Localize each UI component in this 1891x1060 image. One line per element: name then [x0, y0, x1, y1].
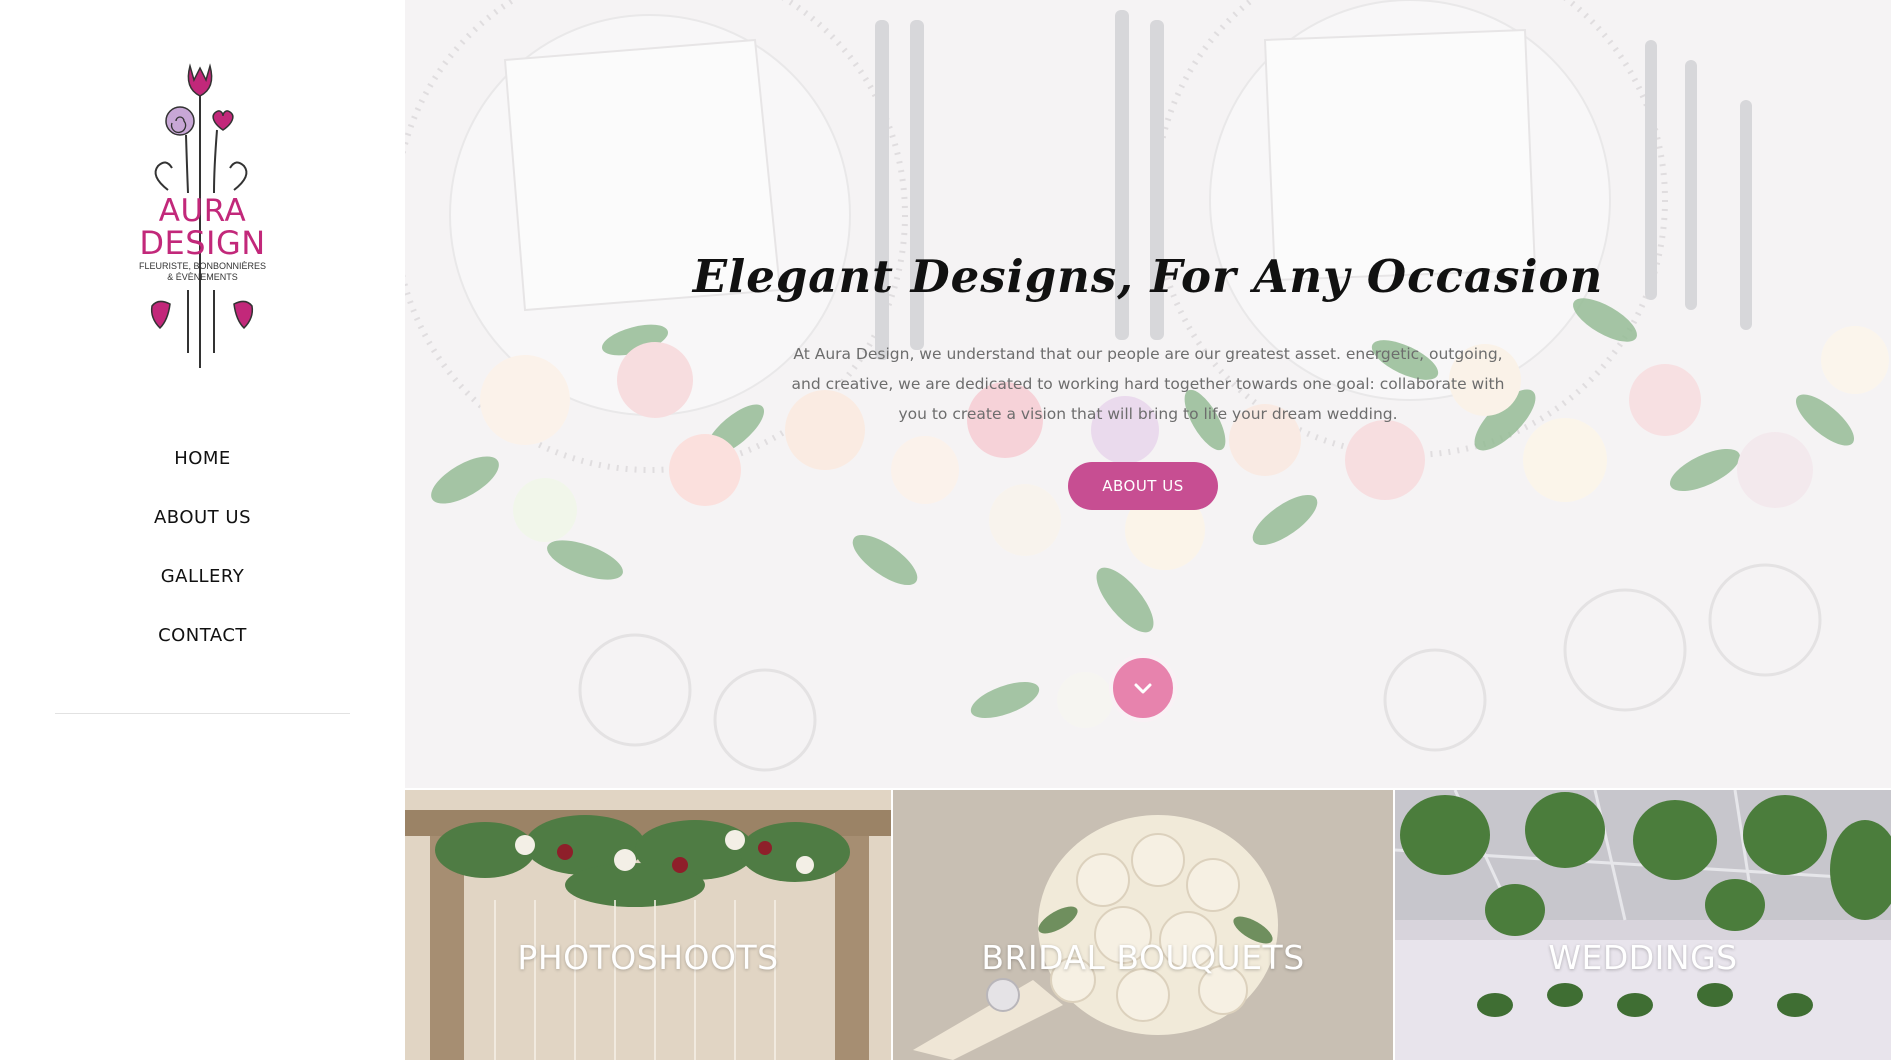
tile-photoshoots[interactable]: PHOTOSHOOTS [405, 790, 891, 1060]
nav-item-about-us[interactable]: ABOUT US [0, 500, 405, 559]
main-nav: HOME ABOUT US GALLERY CONTACT [0, 441, 405, 677]
logo-tagline-line2: & ÉVÈNEMENTS [167, 272, 238, 282]
aura-design-logo[interactable]: AURA DESIGN FLEURISTE, BONBONNIÈRES & ÉV… [130, 58, 275, 370]
photoshoot-arch-photo [405, 790, 891, 1060]
nav-item-home[interactable]: HOME [0, 441, 405, 500]
tile-bridal-bouquets[interactable]: BRIDAL BOUQUETS [893, 790, 1393, 1060]
tile-label-weddings: WEDDINGS [1548, 938, 1738, 977]
tile-weddings[interactable]: WEDDINGS [1395, 790, 1891, 1060]
sidebar-divider [55, 713, 350, 714]
logo-tagline-line1: FLEURISTE, BONBONNIÈRES [138, 261, 267, 271]
hero-title: Elegant Designs, For Any Occasion [692, 250, 1604, 303]
hero-description: At Aura Design, we understand that our p… [791, 345, 1505, 423]
wedding-venue-photo [1395, 790, 1891, 1060]
nav-item-gallery[interactable]: GALLERY [0, 559, 405, 618]
chevron-down-icon [1134, 683, 1152, 694]
service-tiles: PHOTOSHOOTS BRIDAL BOUQUETS WEDDINGS [405, 790, 1891, 1060]
sidebar: AURA DESIGN FLEURISTE, BONBONNIÈRES & ÉV… [0, 0, 405, 1060]
tile-label-bridal-bouquets: BRIDAL BOUQUETS [981, 938, 1305, 977]
logo-wordmark-line2: DESIGN [139, 224, 266, 262]
about-us-button[interactable]: ABOUT US [1068, 462, 1218, 510]
tile-label-photoshoots: PHOTOSHOOTS [517, 938, 779, 977]
bridal-bouquet-photo [893, 790, 1393, 1060]
nav-item-contact[interactable]: CONTACT [0, 618, 405, 677]
scroll-down-button[interactable] [1109, 654, 1177, 722]
hero-section: Elegant Designs, For Any Occasion At Aur… [405, 0, 1891, 788]
